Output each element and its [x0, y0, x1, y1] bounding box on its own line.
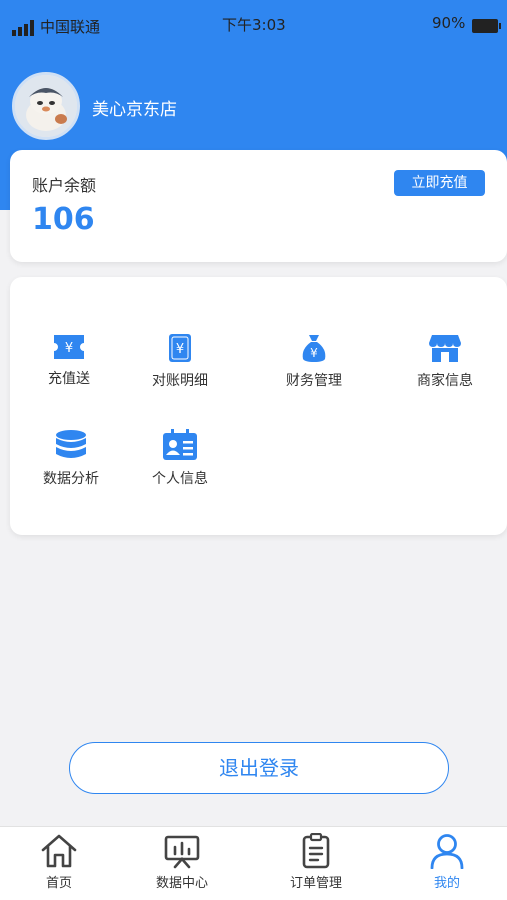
battery-percent: 90% — [432, 14, 466, 32]
menu-label: 数据分析 — [43, 471, 99, 487]
menu-label: 对账明细 — [152, 373, 208, 389]
menu-item-reconciliation[interactable]: ¥ 对账明细 — [125, 333, 235, 403]
tab-mine[interactable]: 我的 — [397, 833, 497, 891]
svg-text:¥: ¥ — [310, 346, 318, 360]
money-bag-icon: ¥ — [302, 335, 326, 362]
tab-bar: 首页 数据中心 订单管理 我的 — [0, 826, 507, 900]
menu-label: 财务管理 — [286, 373, 342, 389]
menu-item-finance[interactable]: ¥ 财务管理 — [259, 333, 369, 403]
tab-label: 首页 — [45, 876, 72, 891]
svg-text:¥: ¥ — [176, 342, 184, 357]
svg-text:¥: ¥ — [65, 341, 73, 356]
tab-order-management[interactable]: 订单管理 — [266, 833, 366, 891]
avatar[interactable] — [12, 72, 80, 140]
store-icon — [429, 335, 461, 362]
tab-label: 订单管理 — [289, 876, 342, 891]
signal-icon — [12, 20, 34, 36]
menu-item-personal-info[interactable]: 个人信息 — [125, 429, 235, 499]
home-icon — [41, 834, 77, 868]
ticket-icon: ¥ — [54, 335, 84, 359]
carrier-name: 中国联通 — [40, 18, 101, 36]
tab-data-center[interactable]: 数据中心 — [132, 833, 232, 891]
store-name: 美心京东店 — [92, 100, 177, 120]
menu-item-recharge-gift[interactable]: ¥ 充值送 — [14, 333, 124, 403]
logout-button[interactable]: 退出登录 — [69, 742, 449, 794]
menu-item-data-analysis[interactable]: 数据分析 — [16, 429, 126, 499]
balance-value: 106 — [32, 202, 95, 237]
menu-item-merchant-info[interactable]: 商家信息 — [390, 333, 500, 403]
battery-icon — [472, 19, 501, 33]
balance-label: 账户余额 — [32, 176, 97, 195]
presentation-icon — [164, 835, 200, 869]
clipboard-icon — [302, 833, 330, 869]
tab-label: 数据中心 — [155, 876, 208, 891]
recharge-button[interactable]: 立即充值 — [394, 170, 485, 196]
database-icon — [56, 430, 86, 458]
status-bar: 中国联通 下午3:03 90% — [0, 0, 507, 50]
id-card-icon — [163, 429, 197, 460]
yen-book-icon: ¥ — [169, 334, 191, 362]
avatar-image — [15, 75, 77, 137]
menu-label: 商家信息 — [417, 373, 473, 389]
tab-label: 我的 — [433, 876, 460, 891]
user-icon — [430, 834, 464, 869]
menu-label: 个人信息 — [152, 471, 208, 487]
status-time: 下午3:03 — [222, 16, 286, 34]
menu-card: ¥ 充值送 ¥ 对账明细 ¥ 财务管理 商家信息 数据分析 个人信息 — [10, 277, 507, 535]
tab-home[interactable]: 首页 — [9, 833, 109, 891]
balance-card: 账户余额 106 立即充值 — [10, 150, 507, 262]
menu-label: 充值送 — [48, 371, 90, 387]
